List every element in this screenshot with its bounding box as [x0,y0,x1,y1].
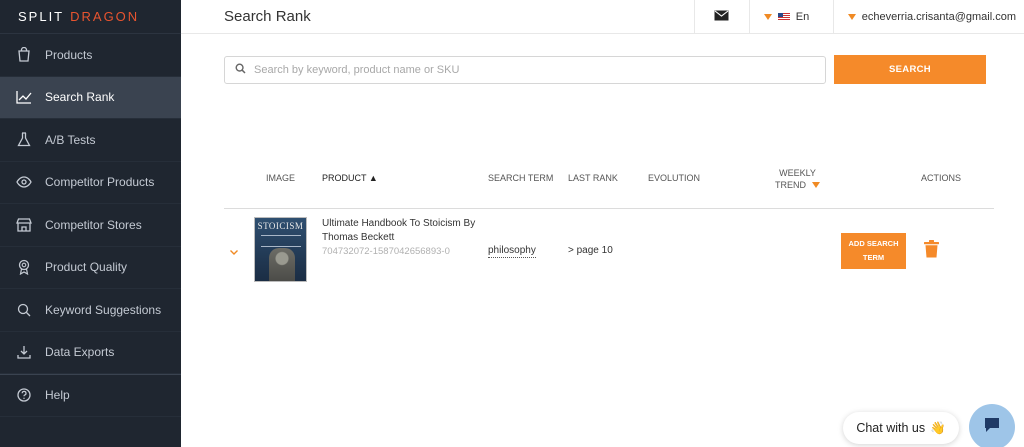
product-title[interactable]: Ultimate Handbook To Stoicism By Thomas … [322,217,482,245]
flask-icon [16,132,32,148]
language-selector[interactable]: En [748,0,833,34]
column-header-evolution: EVOLUTION [648,173,701,183]
sidebar-item-label: Search Rank [45,90,115,105]
search-input[interactable] [254,64,814,76]
product-image[interactable]: STOICISM [254,217,307,282]
sidebar-item-label: Competitor Stores [45,217,142,232]
cover-statue [269,248,295,281]
sidebar-item-label: Data Exports [45,345,115,360]
bag-icon [16,47,32,63]
user-email: echeverria.crisanta@gmail.com [861,10,1016,23]
sidebar-item-help[interactable]: Help [0,374,181,417]
weekly-trend-label-line1: WEEKLY [779,168,816,178]
page-title: Search Rank [224,8,311,25]
trash-icon[interactable] [924,240,939,263]
chat-bubble-icon [983,416,1001,439]
sidebar-item-ab-tests[interactable]: A/B Tests [0,119,181,162]
column-header-search-term: SEARCH TERM [488,173,554,183]
search-button[interactable]: SEARCH [834,55,986,84]
cover-title: STOICISM [257,221,304,231]
search-icon [16,302,32,318]
waving-hand-icon: 👋 [930,420,946,435]
messages-button[interactable] [693,0,749,34]
us-flag-icon [777,12,790,21]
column-header-weekly-trend[interactable]: WEEKLY TREND [775,167,820,191]
download-icon [16,344,32,360]
award-icon [16,259,32,276]
chat-launcher-button[interactable] [969,404,1015,447]
weekly-trend-label-line2: TREND [775,180,806,190]
brand-logo[interactable]: SPLIT DRAGON [0,0,181,34]
last-rank: > page 10 [568,245,613,256]
weekly-trend-line2: TREND [775,179,820,191]
column-header-image: IMAGE [266,173,296,183]
product-sku: 704732072-1587042656893-0 [322,246,450,257]
eye-icon [16,174,32,190]
add-search-term-button[interactable]: ADD SEARCH TERM [841,233,906,269]
column-header-last-rank: LAST RANK [568,173,618,183]
user-menu[interactable]: echeverria.crisanta@gmail.com [832,0,1024,34]
app: SPLIT DRAGON Products Search Rank A/B Te… [0,0,1024,447]
chat-with-us-button[interactable]: Chat with us 👋 [843,412,959,444]
sidebar-item-label: Competitor Products [45,175,155,190]
sidebar-item-competitor-stores[interactable]: Competitor Stores [0,204,181,247]
chevron-down-icon[interactable] [229,243,239,261]
search-term[interactable]: philosophy [488,245,536,258]
search-icon [235,61,246,79]
sidebar-item-label: Product Quality [45,260,128,275]
column-header-actions: ACTIONS [921,173,962,183]
brand-name-part1: SPLIT [18,9,65,24]
sidebar: SPLIT DRAGON Products Search Rank A/B Te… [0,0,181,447]
sidebar-item-competitor-products[interactable]: Competitor Products [0,162,181,204]
sidebar-item-search-rank[interactable]: Search Rank [0,76,181,119]
cover-subtitle-lines [261,235,301,247]
brand-name-part2: DRAGON [70,9,140,24]
top-bar: Search Rank En echeverria.crisanta@gmail… [181,0,1024,34]
language-label: En [795,10,810,23]
sidebar-item-products[interactable]: Products [0,34,181,77]
sidebar-item-keyword-suggestions[interactable]: Keyword Suggestions [0,289,181,332]
caret-down-icon [763,13,772,20]
sidebar-item-label: Keyword Suggestions [45,302,162,317]
help-icon [16,387,32,403]
sidebar-item-label: Help [45,388,70,403]
header-divider [224,208,994,209]
store-icon [16,217,32,233]
caret-down-icon [847,13,856,20]
sidebar-item-label: A/B Tests [45,132,96,147]
trend-chart-icon [16,89,32,105]
column-header-product[interactable]: PRODUCT ▲ [322,173,378,183]
sidebar-item-label: Products [45,47,93,62]
sort-down-icon [812,182,820,188]
mail-icon [714,10,729,24]
chat-label: Chat with us [856,421,926,435]
sidebar-item-data-exports[interactable]: Data Exports [0,332,181,374]
sidebar-item-product-quality[interactable]: Product Quality [0,247,181,289]
search-field[interactable] [224,56,826,84]
